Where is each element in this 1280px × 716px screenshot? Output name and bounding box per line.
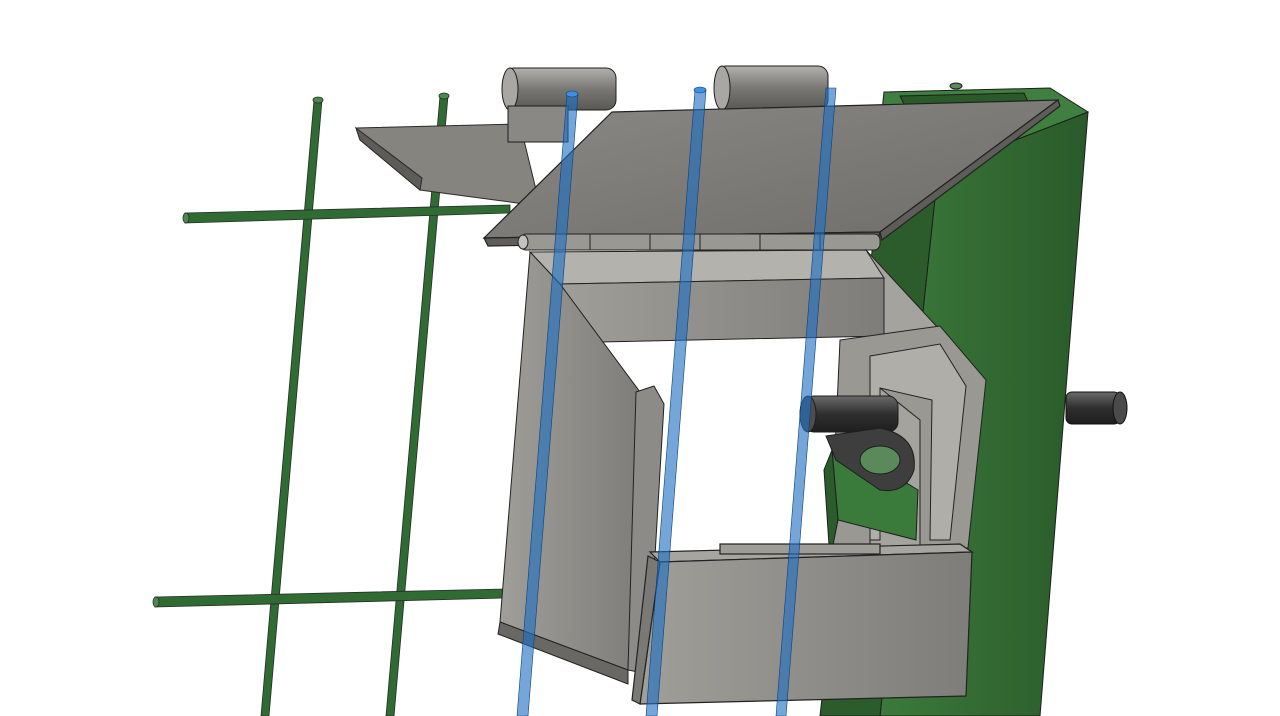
post-top-screw [949, 82, 963, 90]
mesh-wire-end [438, 92, 450, 100]
pin-end [1112, 391, 1128, 425]
mesh-wire-horizontal-2 [154, 588, 506, 608]
mesh-wire-end [152, 596, 160, 608]
lower-panel-face [639, 551, 973, 705]
side-pin [1065, 391, 1128, 425]
hinge-knuckle-icon [715, 65, 829, 111]
mesh-wire-horizontal-1 [184, 204, 511, 224]
box-top-bracket-front [559, 277, 885, 343]
pin-icon [1065, 391, 1121, 425]
blue-rod-end [565, 90, 579, 98]
mesh-wire-vertical-1 [260, 99, 323, 716]
cad-scene[interactable] [0, 0, 1280, 716]
hinge-knuckle-end [713, 65, 731, 111]
mesh-wire-end [182, 212, 190, 224]
hinge-barrel-end [517, 234, 529, 250]
mesh-wire-end [312, 96, 324, 104]
pin-icon [803, 395, 899, 433]
lower-hinge-strip [719, 543, 881, 555]
lug-hole [859, 445, 901, 475]
hinge-knuckle-icon [503, 67, 617, 111]
cad-viewport[interactable] [0, 0, 1280, 716]
hinge-knuckle-base [507, 105, 569, 143]
front-lower-panel [631, 543, 974, 705]
blue-rod-end [693, 86, 707, 94]
lid-hinge-strip [517, 233, 881, 251]
hinge-knuckle-end [501, 67, 519, 111]
